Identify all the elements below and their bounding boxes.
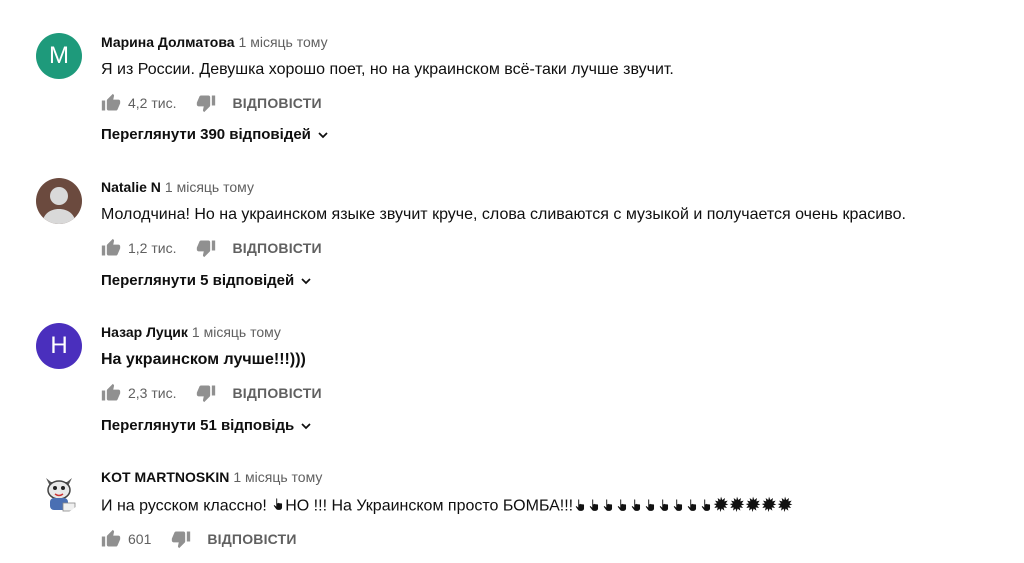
- comment-text: И на русском классно! НО !!! На Украинск…: [101, 496, 793, 517]
- like-count: 2,3 тис.: [128, 385, 177, 401]
- avatar[interactable]: M: [36, 33, 82, 79]
- reply-button[interactable]: ВІДПОВІСТИ: [232, 385, 321, 401]
- like-count: 1,2 тис.: [128, 240, 177, 256]
- thumbs-down-icon[interactable]: [171, 529, 191, 549]
- comment-text-part: НО !!! На Украинском просто БОМБА!!!: [285, 497, 574, 515]
- reply-button[interactable]: ВІДПОВІСТИ: [232, 240, 321, 256]
- comment-author[interactable]: Назар Луцик: [101, 324, 188, 340]
- thumbs-down-icon[interactable]: [196, 93, 216, 113]
- comment-text-part: И на русском классно!: [101, 497, 272, 515]
- comment-time[interactable]: 1 місяць тому: [165, 179, 254, 195]
- view-replies-button[interactable]: Переглянути 51 відповідь: [101, 417, 314, 434]
- avatar-letter: H: [50, 332, 68, 359]
- cat-cartoon-icon: [46, 478, 76, 512]
- person-silhouette-icon: [42, 187, 76, 224]
- pointing-finger-icon: [699, 498, 713, 512]
- pointing-finger-icon: [587, 498, 601, 512]
- thumbs-up-icon[interactable]: [101, 93, 121, 113]
- view-replies-label: Переглянути 390 відповідей: [101, 126, 311, 143]
- explosion-icon: [713, 496, 729, 512]
- reply-button[interactable]: ВІДПОВІСТИ: [232, 95, 321, 111]
- reply-button[interactable]: ВІДПОВІСТИ: [207, 531, 296, 547]
- avatar[interactable]: H: [36, 323, 82, 369]
- thumbs-up-icon[interactable]: [101, 238, 121, 258]
- explosion-icon: [745, 496, 761, 512]
- comment-time[interactable]: 1 місяць тому: [192, 324, 281, 340]
- comment-time[interactable]: 1 місяць тому: [233, 469, 322, 485]
- pointing-finger-icon: [685, 498, 699, 512]
- like-count: 601: [128, 531, 152, 547]
- thumbs-up-icon[interactable]: [101, 383, 121, 403]
- like-count: 4,2 тис.: [128, 95, 177, 111]
- pointing-finger-icon: [601, 498, 615, 512]
- pointing-finger-icon: [271, 497, 285, 516]
- chevron-down-icon: [315, 127, 331, 143]
- view-replies-button[interactable]: Переглянути 5 відповідей: [101, 272, 314, 289]
- avatar[interactable]: [36, 178, 82, 224]
- thumbs-down-icon[interactable]: [196, 238, 216, 258]
- pointing-finger-icon: [629, 498, 643, 512]
- emoji-run: [573, 496, 793, 517]
- pointing-finger-icon: [643, 498, 657, 512]
- avatar[interactable]: [36, 468, 82, 514]
- pointing-finger-icon: [671, 498, 685, 512]
- thumbs-up-icon[interactable]: [101, 529, 121, 549]
- explosion-icon: [761, 496, 777, 512]
- view-replies-button[interactable]: Переглянути 390 відповідей: [101, 126, 331, 143]
- view-replies-label: Переглянути 51 відповідь: [101, 417, 295, 434]
- pointing-finger-icon: [573, 498, 587, 512]
- avatar-letter: M: [49, 42, 69, 69]
- chevron-down-icon: [298, 418, 314, 434]
- comment-author[interactable]: Natalie N: [101, 179, 161, 195]
- view-replies-label: Переглянути 5 відповідей: [101, 272, 295, 289]
- comment-text: На украинском лучше!!!))): [101, 351, 306, 368]
- comment-author[interactable]: KOT MARTNOSKIN: [101, 469, 229, 485]
- comment-text: Я из России. Девушка хорошо поет, но на …: [101, 61, 674, 78]
- thumbs-down-icon[interactable]: [196, 383, 216, 403]
- comment-time[interactable]: 1 місяць тому: [239, 34, 328, 50]
- chevron-down-icon: [298, 273, 314, 289]
- pointing-finger-icon: [657, 498, 671, 512]
- comment-author[interactable]: Марина Долматова: [101, 34, 235, 50]
- comment-text: Молодчина! Но на украинском языке звучит…: [101, 206, 906, 223]
- pointing-finger-icon: [615, 498, 629, 512]
- explosion-icon: [777, 496, 793, 512]
- explosion-icon: [729, 496, 745, 512]
